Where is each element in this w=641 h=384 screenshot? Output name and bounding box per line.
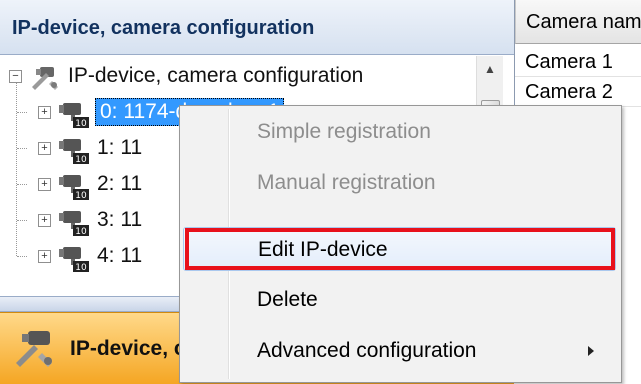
expand-toggle[interactable]: + <box>38 177 51 191</box>
menu-item-manual-registration: Manual registration <box>257 171 436 194</box>
menu-item-label: Advanced configuration <box>257 339 477 362</box>
scroll-up-arrow-icon[interactable]: ▲ <box>477 56 503 82</box>
camera-icon: 10 <box>59 103 89 129</box>
tools-camera-icon <box>32 67 58 90</box>
panel-title: IP-device, camera configuration <box>12 17 315 39</box>
svg-text:10: 10 <box>75 227 87 237</box>
tree-item-label: 1: 11 <box>97 136 143 159</box>
expand-toggle[interactable]: + <box>38 249 51 263</box>
column-header-camera-name[interactable]: Camera name <box>515 0 641 44</box>
tab-label: IP-device, camera configuration <box>70 337 192 360</box>
camera-icon: 10 <box>59 175 89 201</box>
menu-item-simple-registration: Simple registration <box>257 120 431 143</box>
highlight-annotation <box>185 228 615 270</box>
submenu-arrow-icon <box>588 346 594 356</box>
expand-toggle[interactable]: + <box>38 105 51 119</box>
tree-item-device-4[interactable]: + 10 4: 11 <box>9 238 142 274</box>
menu-item-advanced-configuration[interactable]: Advanced configuration <box>183 329 616 373</box>
table-row[interactable]: Camera 1 <box>515 47 641 77</box>
svg-text:10: 10 <box>75 263 87 273</box>
svg-text:10: 10 <box>75 155 87 165</box>
expand-toggle[interactable]: + <box>38 213 51 227</box>
menu-item-delete[interactable]: Delete <box>183 278 616 322</box>
expand-toggle[interactable]: + <box>38 141 51 155</box>
tree-item-device-3[interactable]: + 10 3: 11 <box>9 202 142 238</box>
tree-item-label: 2: 11 <box>97 172 143 195</box>
table-row[interactable]: Camera 2 <box>515 77 641 107</box>
camera-icon: 10 <box>59 139 89 165</box>
tree-root-row[interactable]: − IP-device, camera configuration <box>9 58 363 94</box>
tree-item-device-1[interactable]: + 10 1: 11 <box>9 130 142 166</box>
panel-header: IP-device, camera configuration <box>0 0 514 55</box>
tools-camera-icon <box>16 331 52 367</box>
collapse-toggle[interactable]: − <box>9 69 22 83</box>
tree-item-device-2[interactable]: + 10 2: 11 <box>9 166 142 202</box>
svg-text:10: 10 <box>75 119 87 129</box>
svg-text:10: 10 <box>75 191 87 201</box>
tree-root-label: IP-device, camera configuration <box>68 64 364 87</box>
camera-icon: 10 <box>59 247 89 273</box>
tree-item-label: 4: 11 <box>97 244 143 267</box>
tree-item-label: 3: 11 <box>97 208 143 231</box>
camera-icon: 10 <box>59 211 89 237</box>
